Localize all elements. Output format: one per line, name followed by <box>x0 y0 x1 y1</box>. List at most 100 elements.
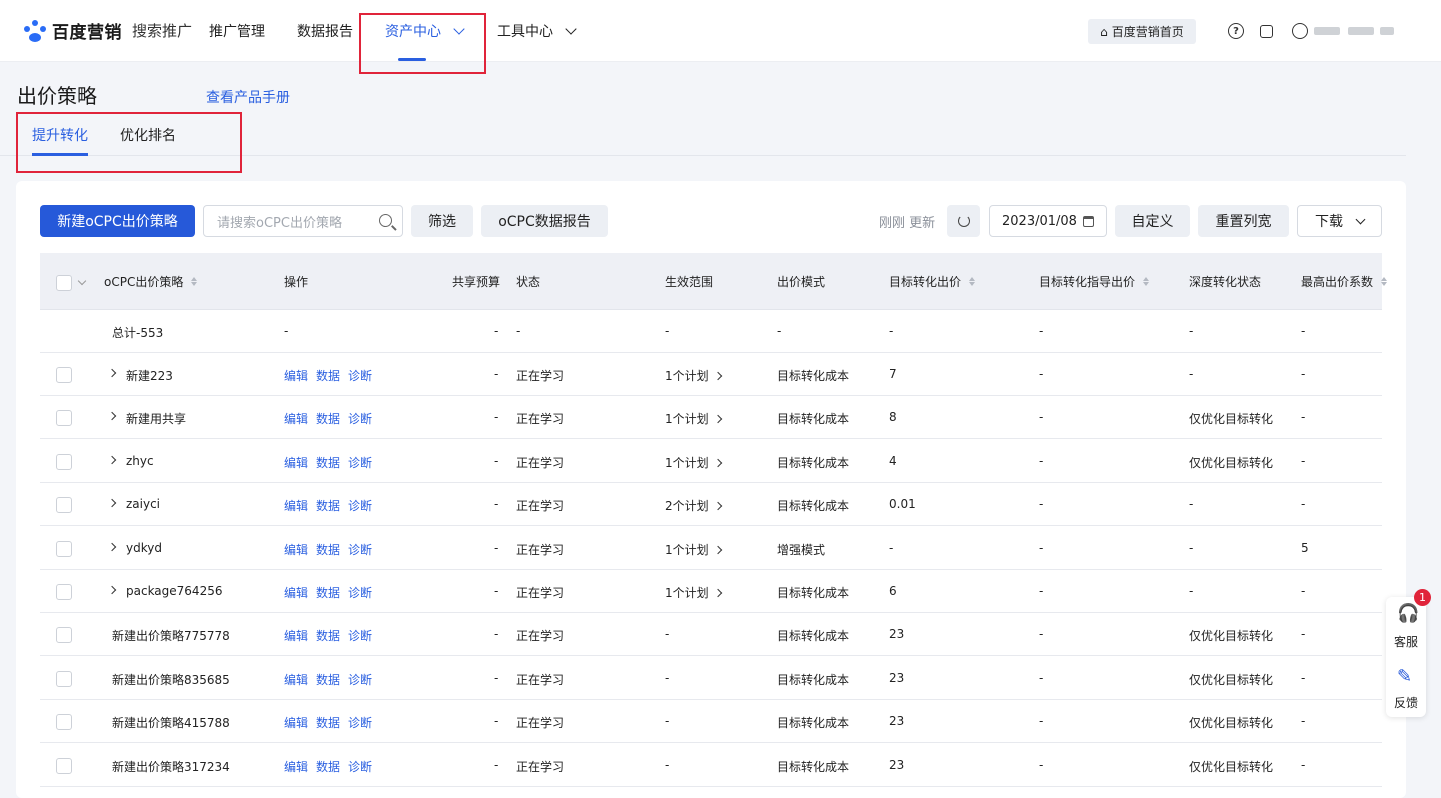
diagnose-link[interactable]: 诊断 <box>348 714 372 731</box>
help-icon[interactable]: ? <box>1228 23 1244 39</box>
diagnose-link[interactable]: 诊断 <box>348 627 372 644</box>
strategy-name[interactable]: zaiyci <box>126 497 160 511</box>
nav-data-report[interactable]: 数据报告 <box>297 21 353 41</box>
customer-service-label[interactable]: 客服 <box>1394 633 1418 650</box>
data-link[interactable]: 数据 <box>316 584 340 601</box>
edit-link[interactable]: 编辑 <box>284 410 308 427</box>
row-checkbox[interactable] <box>56 627 72 644</box>
edit-link[interactable]: 编辑 <box>284 541 308 558</box>
customize-columns-button[interactable]: 自定义 <box>1115 205 1190 237</box>
diagnose-link[interactable]: 诊断 <box>348 758 372 775</box>
data-link[interactable]: 数据 <box>316 671 340 688</box>
scope-link[interactable]: 1个计划 <box>665 454 722 471</box>
row-checkbox[interactable] <box>56 453 72 470</box>
data-link[interactable]: 数据 <box>316 367 340 384</box>
username-redacted[interactable] <box>1314 27 1340 35</box>
expand-row-icon[interactable] <box>107 542 117 551</box>
strategy-name[interactable]: 新建出价策略317234 <box>112 758 230 775</box>
diagnose-link[interactable]: 诊断 <box>348 497 372 514</box>
row-checkbox[interactable] <box>56 410 72 427</box>
reset-column-width-button[interactable]: 重置列宽 <box>1198 205 1289 237</box>
user-menu-chevron[interactable] <box>1380 27 1394 35</box>
marketing-home-button[interactable]: ⌂ 百度营销首页 <box>1088 19 1196 44</box>
logo[interactable]: 百度营销 搜索推广 <box>24 18 192 43</box>
expand-row-icon[interactable] <box>107 368 117 378</box>
strategy-name[interactable]: 新建出价策略775778 <box>112 627 230 644</box>
data-link[interactable]: 数据 <box>316 497 340 514</box>
data-link[interactable]: 数据 <box>316 410 340 427</box>
data-link[interactable]: 数据 <box>316 454 340 471</box>
strategy-name[interactable]: 新建223 <box>126 367 173 384</box>
new-ocpc-strategy-button[interactable]: 新建oCPC出价策略 <box>40 205 195 237</box>
row-checkbox[interactable] <box>56 367 72 383</box>
download-button[interactable]: 下载 <box>1297 205 1382 237</box>
column-header-guide-bid[interactable]: 目标转化指导出价 <box>1039 273 1150 290</box>
column-header-strategy[interactable]: oCPC出价策略 <box>104 273 198 290</box>
search-icon[interactable] <box>379 214 392 227</box>
scope-link[interactable]: 1个计划 <box>665 367 722 384</box>
diagnose-link[interactable]: 诊断 <box>348 410 372 427</box>
edit-link[interactable]: 编辑 <box>284 758 308 775</box>
table-row: zhyc 编辑 数据 诊断 - 正在学习 1个计划 目标转化成本 4 - 仅优化目标转化 - <box>40 440 1382 483</box>
expand-row-icon[interactable] <box>107 455 117 465</box>
edit-link[interactable]: 编辑 <box>284 627 308 644</box>
strategy-name[interactable]: 新建出价策略415788 <box>112 714 230 731</box>
row-checkbox[interactable] <box>56 584 72 600</box>
column-header-deep-conversion: 深度转化状态 <box>1189 275 1262 289</box>
nav-tool-center[interactable]: 工具中心 <box>497 21 577 41</box>
data-link[interactable]: 数据 <box>316 541 340 558</box>
select-all-checkbox[interactable] <box>56 275 72 291</box>
diagnose-link[interactable]: 诊断 <box>348 454 372 471</box>
copy-icon[interactable] <box>1260 25 1273 38</box>
ocpc-report-button[interactable]: oCPC数据报告 <box>481 205 608 237</box>
search-input[interactable]: 请搜索oCPC出价策略 <box>203 205 403 237</box>
strategy-name[interactable]: 新建出价策略835685 <box>112 671 230 688</box>
edit-link[interactable]: 编辑 <box>284 454 308 471</box>
expand-row-icon[interactable] <box>107 498 117 508</box>
feedback-label[interactable]: 反馈 <box>1394 694 1418 711</box>
diagnose-link[interactable]: 诊断 <box>348 367 372 384</box>
edit-link[interactable]: 编辑 <box>284 497 308 514</box>
product-manual-link[interactable]: 查看产品手册 <box>206 87 290 107</box>
edit-link[interactable]: 编辑 <box>284 671 308 688</box>
data-link[interactable]: 数据 <box>316 758 340 775</box>
column-header-target-bid[interactable]: 目标转化出价 <box>889 273 976 290</box>
strategy-name[interactable]: ydkyd <box>126 541 162 555</box>
strategy-name[interactable]: 新建用共享 <box>126 410 186 427</box>
filter-button[interactable]: 筛选 <box>411 205 473 237</box>
user-avatar-icon[interactable] <box>1292 23 1308 39</box>
edit-link[interactable]: 编辑 <box>284 367 308 384</box>
chevron-right-icon <box>713 371 722 381</box>
chevron-right-icon <box>713 458 722 468</box>
column-header-max-bid-coef[interactable]: 最高出价系数 <box>1301 273 1388 290</box>
strategy-name[interactable]: zhyc <box>126 454 154 468</box>
data-link[interactable]: 数据 <box>316 714 340 731</box>
scope-link[interactable]: 1个计划 <box>665 410 722 427</box>
expand-row-icon[interactable] <box>107 585 117 595</box>
scope-value: - <box>665 757 670 772</box>
scope-link[interactable]: 1个计划 <box>665 584 722 601</box>
row-checkbox[interactable] <box>56 540 72 557</box>
diagnose-link[interactable]: 诊断 <box>348 671 372 688</box>
row-checkbox[interactable] <box>56 670 72 687</box>
headset-icon[interactable]: 🎧 <box>1397 603 1419 624</box>
date-picker[interactable]: 2023/01/08 <box>989 205 1107 237</box>
row-checkbox[interactable] <box>56 757 72 774</box>
scope-link[interactable]: 2个计划 <box>665 497 722 514</box>
scope-link[interactable]: 1个计划 <box>665 541 722 558</box>
diagnose-link[interactable]: 诊断 <box>348 541 372 558</box>
data-link[interactable]: 数据 <box>316 627 340 644</box>
nav-campaign-management[interactable]: 推广管理 <box>209 21 265 41</box>
edit-feedback-icon[interactable]: ✎ <box>1397 666 1412 687</box>
strategy-name[interactable]: package764256 <box>126 584 222 598</box>
row-checkbox[interactable] <box>56 714 72 731</box>
refresh-button[interactable] <box>947 205 980 237</box>
shared-budget-value: - <box>494 453 499 468</box>
edit-link[interactable]: 编辑 <box>284 714 308 731</box>
row-checkbox[interactable] <box>56 497 72 514</box>
edit-link[interactable]: 编辑 <box>284 584 308 601</box>
diagnose-link[interactable]: 诊断 <box>348 584 372 601</box>
expand-row-icon[interactable] <box>107 412 117 421</box>
username-redacted[interactable] <box>1348 27 1374 35</box>
shared-budget-value: - <box>494 367 499 381</box>
